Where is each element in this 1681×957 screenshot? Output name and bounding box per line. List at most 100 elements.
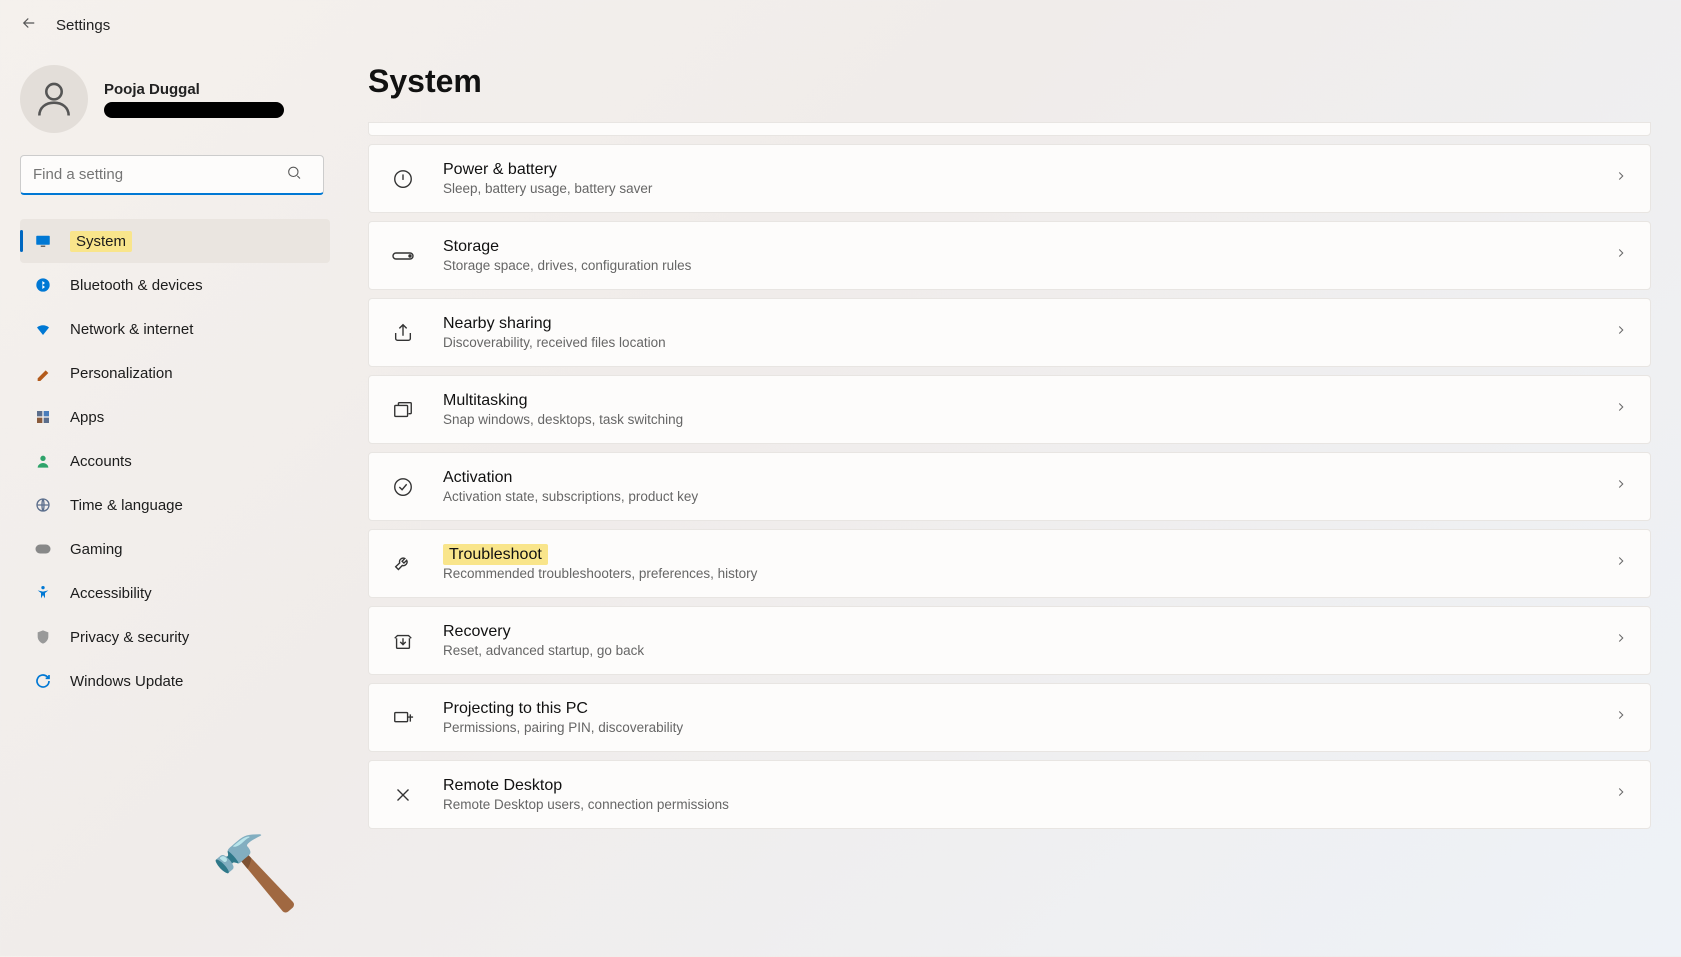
- tile-title: Remote Desktop: [443, 777, 1586, 795]
- user-name: Pooja Duggal: [104, 81, 284, 98]
- bluetooth-icon: [34, 276, 52, 294]
- tile-description: Sleep, battery usage, battery saver: [443, 181, 1586, 196]
- chevron-right-icon: [1614, 477, 1628, 496]
- sidebar-item-personalization[interactable]: Personalization: [20, 351, 330, 395]
- tile-text: Recovery Reset, advanced startup, go back: [443, 623, 1586, 658]
- recovery-icon: [391, 629, 415, 653]
- tile-projecting-to-this-pc[interactable]: Projecting to this PC Permissions, pairin…: [368, 683, 1651, 752]
- tile-description: Snap windows, desktops, task switching: [443, 412, 1586, 427]
- sidebar-item-network-internet[interactable]: Network & internet: [20, 307, 330, 351]
- tile-title: Troubleshoot: [443, 546, 1586, 564]
- tile-remote-desktop[interactable]: Remote Desktop Remote Desktop users, conn…: [368, 760, 1651, 829]
- multitask-icon: [391, 398, 415, 422]
- sidebar-item-label: Windows Update: [70, 673, 183, 690]
- sidebar-item-bluetooth-devices[interactable]: Bluetooth & devices: [20, 263, 330, 307]
- sidebar-item-system[interactable]: System: [20, 219, 330, 263]
- chevron-right-icon: [1614, 169, 1628, 188]
- tile-title: Multitasking: [443, 392, 1586, 410]
- chevron-right-icon: [1614, 400, 1628, 419]
- sidebar-item-time-language[interactable]: Time & language: [20, 483, 330, 527]
- back-button[interactable]: [20, 14, 38, 37]
- tile-power-battery[interactable]: Power & battery Sleep, battery usage, bat…: [368, 144, 1651, 213]
- remote-icon: [391, 783, 415, 807]
- tile-title: Storage: [443, 238, 1586, 256]
- sidebar-item-label: Accounts: [70, 453, 132, 470]
- tile-description: Remote Desktop users, connection permiss…: [443, 797, 1586, 812]
- sidebar-item-label: Gaming: [70, 541, 123, 558]
- main-content: System Power & battery Sleep, battery usa…: [340, 51, 1681, 957]
- globe-icon: [34, 496, 52, 514]
- project-icon: [391, 706, 415, 730]
- tile-title: Projecting to this PC: [443, 700, 1586, 718]
- wrench-icon: [391, 552, 415, 576]
- avatar: [20, 65, 88, 133]
- sidebar-item-label: Time & language: [70, 497, 183, 514]
- nav-list: System Bluetooth & devices Network & inter…: [20, 219, 330, 703]
- tile-description: Activation state, subscriptions, product…: [443, 489, 1586, 504]
- chevron-right-icon: [1614, 323, 1628, 342]
- tile-text: Nearby sharing Discoverability, received …: [443, 315, 1586, 350]
- search-icon: [286, 165, 302, 186]
- power-icon: [391, 167, 415, 191]
- storage-icon: [391, 244, 415, 268]
- tile-description: Recommended troubleshooters, preferences…: [443, 566, 1586, 581]
- tile-storage[interactable]: Storage Storage space, drives, configurat…: [368, 221, 1651, 290]
- hammer-watermark: 🔨: [210, 831, 300, 916]
- tile-title: Power & battery: [443, 161, 1586, 179]
- sidebar-item-accessibility[interactable]: Accessibility: [20, 571, 330, 615]
- tile-troubleshoot[interactable]: Troubleshoot Recommended troubleshooters,…: [368, 529, 1651, 598]
- page-heading: System: [368, 63, 1651, 100]
- tile-description: Storage space, drives, configuration rul…: [443, 258, 1586, 273]
- monitor-icon: [34, 232, 52, 250]
- chevron-right-icon: [1614, 246, 1628, 265]
- user-block[interactable]: Pooja Duggal: [20, 65, 330, 133]
- tile-text: Remote Desktop Remote Desktop users, conn…: [443, 777, 1586, 812]
- accessibility-icon: [34, 584, 52, 602]
- tile-description: Permissions, pairing PIN, discoverabilit…: [443, 720, 1586, 735]
- sidebar-item-apps[interactable]: Apps: [20, 395, 330, 439]
- check-icon: [391, 475, 415, 499]
- tile-multitasking[interactable]: Multitasking Snap windows, desktops, task…: [368, 375, 1651, 444]
- tile-description: Reset, advanced startup, go back: [443, 643, 1586, 658]
- search-input[interactable]: [20, 155, 324, 195]
- sidebar-item-accounts[interactable]: Accounts: [20, 439, 330, 483]
- tile-text: Activation Activation state, subscription…: [443, 469, 1586, 504]
- tile-recovery[interactable]: Recovery Reset, advanced startup, go back: [368, 606, 1651, 675]
- tile-description: Discoverability, received files location: [443, 335, 1586, 350]
- sidebar-item-label: Apps: [70, 409, 104, 426]
- apps-icon: [34, 408, 52, 426]
- wifi-icon: [34, 320, 52, 338]
- tile-text: Storage Storage space, drives, configurat…: [443, 238, 1586, 273]
- sidebar-item-label: Bluetooth & devices: [70, 277, 203, 294]
- tiles-container: Power & battery Sleep, battery usage, bat…: [368, 144, 1651, 829]
- sidebar-item-label: System: [70, 231, 132, 252]
- sidebar-item-privacy-security[interactable]: Privacy & security: [20, 615, 330, 659]
- chevron-right-icon: [1614, 708, 1628, 727]
- sidebar-item-label: Privacy & security: [70, 629, 189, 646]
- tile-nearby-sharing[interactable]: Nearby sharing Discoverability, received …: [368, 298, 1651, 367]
- sidebar-item-label: Accessibility: [70, 585, 152, 602]
- tile-text: Projecting to this PC Permissions, pairin…: [443, 700, 1586, 735]
- sidebar-item-windows-update[interactable]: Windows Update: [20, 659, 330, 703]
- tile-activation[interactable]: Activation Activation state, subscription…: [368, 452, 1651, 521]
- tile-text: Power & battery Sleep, battery usage, bat…: [443, 161, 1586, 196]
- user-text: Pooja Duggal: [104, 81, 284, 118]
- tile-text: Troubleshoot Recommended troubleshooters,…: [443, 546, 1586, 581]
- person-icon: [34, 452, 52, 470]
- previous-tile-peek[interactable]: [368, 122, 1651, 136]
- tile-title: Nearby sharing: [443, 315, 1586, 333]
- chevron-right-icon: [1614, 554, 1628, 573]
- tile-text: Multitasking Snap windows, desktops, task…: [443, 392, 1586, 427]
- sidebar-item-label: Network & internet: [70, 321, 193, 338]
- shield-icon: [34, 628, 52, 646]
- brush-icon: [34, 364, 52, 382]
- tile-title: Recovery: [443, 623, 1586, 641]
- share-icon: [391, 321, 415, 345]
- sidebar-item-gaming[interactable]: Gaming: [20, 527, 330, 571]
- update-icon: [34, 672, 52, 690]
- chevron-right-icon: [1614, 631, 1628, 650]
- chevron-right-icon: [1614, 785, 1628, 804]
- tile-title: Activation: [443, 469, 1586, 487]
- gamepad-icon: [34, 540, 52, 558]
- window-title: Settings: [56, 17, 110, 34]
